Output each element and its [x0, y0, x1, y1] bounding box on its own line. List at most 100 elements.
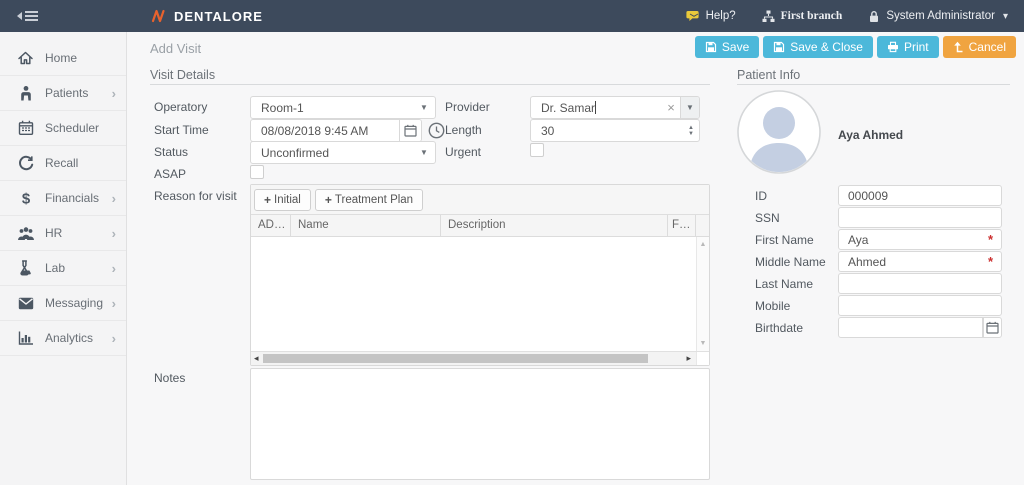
- collapse-arrow-icon: [17, 12, 22, 20]
- middle-name-field[interactable]: [838, 251, 1002, 272]
- sidebar-item-label: Scheduler: [45, 121, 116, 135]
- operatory-dropdown[interactable]: Room-1 ▼: [250, 96, 436, 119]
- spinner-arrows[interactable]: ▲ ▼: [683, 120, 699, 141]
- text-cursor: [595, 101, 596, 114]
- main-content: Add Visit Save Save & Close Print Cancel…: [127, 32, 1024, 485]
- required-asterisk-icon: *: [988, 232, 993, 247]
- patient-info-section-title: Patient Info: [737, 68, 800, 82]
- last-name-label: Last Name: [755, 277, 813, 291]
- user-menu[interactable]: System Administrator ▾: [868, 10, 1008, 23]
- help-button[interactable]: Help?: [686, 10, 736, 23]
- sidebar-item-label: Analytics: [45, 331, 112, 345]
- page-title: Add Visit: [150, 41, 201, 56]
- section-divider: [737, 84, 1010, 85]
- scroll-right-icon[interactable]: ▸: [686, 353, 691, 364]
- vertical-scrollbar[interactable]: ▲ ▼: [696, 237, 709, 351]
- scheduler-icon: [16, 120, 35, 136]
- start-time-input[interactable]: 08/08/2018 9:45 AM: [250, 119, 422, 142]
- sidebar-collapse-button[interactable]: [17, 9, 38, 23]
- length-label: Length: [445, 123, 482, 137]
- scroll-up-icon[interactable]: ▲: [697, 241, 709, 248]
- add-initial-button[interactable]: + Initial: [254, 189, 311, 211]
- clear-icon[interactable]: ×: [662, 100, 680, 115]
- column-header-name[interactable]: Name: [291, 215, 441, 236]
- mobile-field[interactable]: [838, 295, 1002, 316]
- status-dropdown[interactable]: Unconfirmed ▼: [250, 141, 436, 164]
- clock-icon: [428, 122, 445, 139]
- horizontal-scrollbar[interactable]: ◂ ▸: [251, 351, 709, 365]
- brand-name: DENTALORE: [174, 9, 263, 24]
- asap-label: ASAP: [154, 167, 186, 181]
- sidebar-item-recall[interactable]: Recall: [0, 146, 126, 181]
- spin-down-icon: ▼: [688, 131, 694, 137]
- financials-icon: $: [16, 190, 35, 207]
- time-picker-button[interactable]: [427, 121, 446, 140]
- chevron-right-icon: ›: [112, 191, 116, 206]
- operatory-label: Operatory: [154, 100, 207, 114]
- start-time-label: Start Time: [154, 123, 209, 137]
- id-field[interactable]: [838, 185, 1002, 206]
- add-treatment-plan-button[interactable]: + Treatment Plan: [315, 189, 423, 211]
- birthdate-calendar-button[interactable]: [983, 317, 1002, 338]
- help-label: Help?: [706, 10, 736, 22]
- urgent-label: Urgent: [445, 145, 481, 159]
- hr-icon: [16, 226, 35, 241]
- last-name-field[interactable]: [838, 273, 1002, 294]
- hamburger-icon: [25, 9, 38, 23]
- patients-icon: [16, 85, 35, 101]
- notes-label: Notes: [154, 371, 185, 385]
- chevron-right-icon: ›: [112, 331, 116, 346]
- scroll-down-icon[interactable]: ▼: [697, 340, 709, 347]
- sidebar-item-scheduler[interactable]: Scheduler: [0, 111, 126, 146]
- floppy-icon: [773, 41, 785, 53]
- provider-combobox[interactable]: Dr. Samar × ▼: [530, 96, 700, 119]
- sidebar-item-messaging[interactable]: Messaging ›: [0, 286, 126, 321]
- scroll-left-icon[interactable]: ◂: [254, 353, 259, 364]
- app-logo[interactable]: DENTALORE: [151, 8, 263, 24]
- cancel-button[interactable]: Cancel: [943, 36, 1016, 58]
- grid-header-corner: [696, 215, 709, 236]
- branch-selector[interactable]: First branch: [762, 10, 843, 23]
- birthdate-field[interactable]: [838, 317, 983, 338]
- sidebar-item-patients[interactable]: Patients ›: [0, 76, 126, 111]
- asap-checkbox[interactable]: [250, 165, 264, 179]
- first-name-field[interactable]: [838, 229, 1002, 250]
- chevron-right-icon: ›: [112, 86, 116, 101]
- branch-sitemap-icon: [762, 10, 775, 23]
- sidebar-item-label: Recall: [45, 156, 116, 170]
- date-picker-button[interactable]: [399, 120, 421, 141]
- urgent-checkbox[interactable]: [530, 143, 544, 157]
- first-name-label: First Name: [755, 233, 814, 247]
- save-close-button[interactable]: Save & Close: [763, 36, 873, 58]
- sidebar-item-label: Financials: [45, 191, 112, 205]
- print-button[interactable]: Print: [877, 36, 939, 58]
- user-label: System Administrator: [886, 10, 995, 22]
- provider-dropdown-button[interactable]: ▼: [680, 97, 699, 118]
- column-header-description[interactable]: Description: [441, 215, 668, 236]
- column-header-fees[interactable]: Fees: [668, 215, 696, 236]
- sidebar-item-hr[interactable]: HR ›: [0, 216, 126, 251]
- scrollbar-thumb[interactable]: [263, 354, 648, 363]
- column-header-ada[interactable]: ADA …: [251, 215, 291, 236]
- notes-textarea[interactable]: [250, 368, 710, 480]
- ssn-field[interactable]: [838, 207, 1002, 228]
- scrollbar-corner: [696, 352, 709, 365]
- mobile-label: Mobile: [755, 299, 790, 313]
- sidebar-item-lab[interactable]: Lab ›: [0, 251, 126, 286]
- sidebar-item-financials[interactable]: $ Financials ›: [0, 181, 126, 216]
- caret-down-icon: ▼: [413, 148, 435, 157]
- svg-text:$: $: [21, 190, 30, 207]
- middle-name-label: Middle Name: [755, 255, 826, 269]
- save-button[interactable]: Save: [695, 36, 759, 58]
- grid-body: ▲ ▼: [251, 237, 709, 351]
- app-window: DENTALORE Help? First branch: [0, 0, 1024, 485]
- cancel-arrow-icon: [953, 41, 964, 53]
- logo-zigzag-icon: [151, 8, 167, 24]
- sidebar-item-home[interactable]: Home: [0, 41, 126, 76]
- sidebar-item-analytics[interactable]: Analytics ›: [0, 321, 126, 356]
- procedures-grid: + Initial + Treatment Plan ADA … Name De…: [250, 184, 710, 366]
- home-icon: [16, 50, 35, 66]
- top-bar: DENTALORE Help? First branch: [0, 0, 1024, 32]
- length-spinner[interactable]: 30 ▲ ▼: [530, 119, 700, 142]
- branch-label: First branch: [781, 10, 843, 22]
